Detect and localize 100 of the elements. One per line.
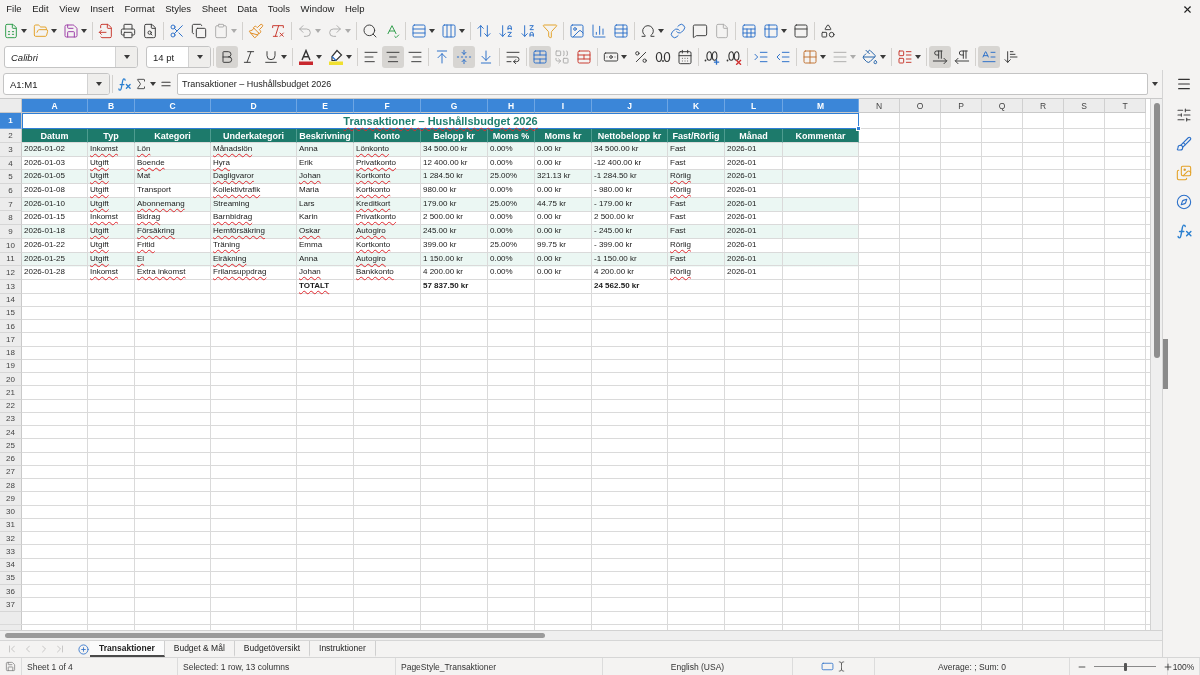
- menu-item[interactable]: Help: [339, 1, 370, 17]
- table-cell[interactable]: Rörlig: [668, 266, 725, 280]
- add-sheet-button[interactable]: [76, 641, 90, 657]
- table-cell[interactable]: Fast: [668, 211, 725, 226]
- table-cell[interactable]: Johan: [297, 170, 354, 185]
- table-cell[interactable]: Inkomst: [88, 266, 135, 280]
- table-cell[interactable]: 2026-01: [725, 211, 783, 226]
- menu-item[interactable]: Styles: [159, 1, 197, 17]
- header-cell[interactable]: Beskrivning: [297, 129, 354, 143]
- table-cell[interactable]: 2026-01-03: [22, 156, 88, 171]
- sheet-tab[interactable]: Transaktioner: [90, 641, 165, 657]
- table-cell[interactable]: 2026-01: [725, 184, 783, 198]
- column-header[interactable]: L: [725, 99, 783, 113]
- table-cell[interactable]: Hemförsäkring: [211, 225, 297, 239]
- table-cell[interactable]: Extra inkomst: [135, 266, 211, 280]
- page-style[interactable]: PageStyle_Transaktioner: [401, 661, 497, 672]
- table-cell[interactable]: 2026-01-28: [22, 266, 88, 280]
- text-ltr-button[interactable]: [978, 46, 1000, 68]
- table-cell[interactable]: Utgift: [88, 170, 135, 185]
- table-cell[interactable]: Utgift: [88, 184, 135, 198]
- table-cell[interactable]: 2026-01-02: [22, 143, 88, 157]
- table-cell[interactable]: -1 150.00 kr: [592, 252, 668, 267]
- column-header[interactable]: K: [668, 99, 725, 113]
- menu-item[interactable]: Format: [119, 1, 160, 17]
- table-cell[interactable]: -1 284.50 kr: [592, 170, 668, 185]
- table-cell[interactable]: Emma: [297, 238, 354, 253]
- table-cell[interactable]: Månadslön: [211, 143, 297, 157]
- bold-button[interactable]: [216, 46, 238, 68]
- table-cell[interactable]: 179.00 kr: [421, 197, 488, 212]
- table-cell[interactable]: Fast: [668, 252, 725, 267]
- header-cell[interactable]: Kategori: [135, 129, 211, 143]
- table-cell[interactable]: 25.00%: [488, 170, 535, 185]
- table-cell[interactable]: Rörlig: [668, 170, 725, 185]
- sidebar-handle[interactable]: [1163, 338, 1168, 389]
- table-cell[interactable]: Fast: [668, 143, 725, 157]
- table-cell[interactable]: 2026-01-08: [22, 184, 88, 198]
- table-cell[interactable]: 34 500.00 kr: [592, 143, 668, 157]
- table-cell[interactable]: Privatkonto: [354, 156, 421, 171]
- header-cell[interactable]: Moms %: [488, 129, 535, 143]
- column-header[interactable]: R: [1023, 99, 1064, 113]
- table-cell[interactable]: Fast: [668, 156, 725, 171]
- table-cell[interactable]: Autogiro: [354, 252, 421, 267]
- table-cell[interactable]: 25.00%: [488, 197, 535, 212]
- table-cell[interactable]: 2 500.00 kr: [592, 211, 668, 226]
- column-header[interactable]: P: [941, 99, 982, 113]
- merge-center-button[interactable]: [529, 46, 551, 68]
- table-cell[interactable]: Mat: [135, 170, 211, 185]
- header-cell[interactable]: Underkategori: [211, 129, 297, 143]
- font-size-field[interactable]: 14 pt: [146, 46, 211, 68]
- column-header[interactable]: G: [421, 99, 488, 113]
- column-header[interactable]: H: [488, 99, 535, 113]
- table-cell[interactable]: 57 837.50 kr: [421, 279, 488, 294]
- table-cell[interactable]: 0.00%: [488, 156, 535, 171]
- vertical-scrollbar[interactable]: [1150, 99, 1162, 630]
- table-cell[interactable]: Oskar: [297, 225, 354, 239]
- table-cell[interactable]: Kollektivtrafik: [211, 184, 297, 198]
- column-header[interactable]: O: [900, 99, 941, 113]
- rectangle-icon[interactable]: [820, 660, 834, 673]
- table-cell[interactable]: 2026-01-05: [22, 170, 88, 185]
- table-cell[interactable]: 25.00%: [488, 238, 535, 253]
- table-cell[interactable]: Lön: [135, 143, 211, 157]
- table-cell[interactable]: Inkomst: [88, 211, 135, 226]
- header-cell[interactable]: Typ: [88, 129, 135, 143]
- table-cell[interactable]: Boende: [135, 156, 211, 171]
- table-cell[interactable]: 34 500.00 kr: [421, 143, 488, 157]
- table-cell[interactable]: 0.00%: [488, 184, 535, 198]
- table-cell[interactable]: 2026-01: [725, 252, 783, 267]
- header-cell[interactable]: Belopp kr: [421, 129, 488, 143]
- font-name-field[interactable]: Calibri: [4, 46, 138, 68]
- scrollbar-thumb[interactable]: [1154, 103, 1160, 358]
- row-header[interactable]: 1: [0, 113, 22, 129]
- column-header[interactable]: N: [859, 99, 900, 113]
- table-cell[interactable]: 2026-01-25: [22, 252, 88, 267]
- table-cell[interactable]: Utgift: [88, 252, 135, 267]
- table-cell[interactable]: 2 500.00 kr: [421, 211, 488, 226]
- table-cell[interactable]: 2026-01: [725, 156, 783, 171]
- table-cell[interactable]: Frilansuppdrag: [211, 266, 297, 280]
- table-cell[interactable]: Träning: [211, 238, 297, 253]
- table-cell[interactable]: Privatkonto: [354, 211, 421, 226]
- column-header[interactable]: I: [535, 99, 592, 113]
- table-cell[interactable]: 0.00%: [488, 143, 535, 157]
- table-cell[interactable]: - 245.00 kr: [592, 225, 668, 239]
- table-cell[interactable]: Hyra: [211, 156, 297, 171]
- table-cell[interactable]: Transport: [135, 184, 211, 198]
- menu-item[interactable]: Insert: [84, 1, 120, 17]
- table-cell[interactable]: Rörlig: [668, 238, 725, 253]
- column-header[interactable]: A: [22, 99, 88, 113]
- table-cell[interactable]: 4 200.00 kr: [592, 266, 668, 280]
- table-cell[interactable]: 321.13 kr: [535, 170, 592, 185]
- table-cell[interactable]: 2026-01-10: [22, 197, 88, 212]
- table-cell[interactable]: 0.00%: [488, 211, 535, 226]
- table-cell[interactable]: 0.00 kr: [535, 211, 592, 226]
- table-cell[interactable]: 2026-01: [725, 225, 783, 239]
- table-cell[interactable]: Kortkonto: [354, 184, 421, 198]
- header-cell[interactable]: Kommentar: [783, 129, 859, 143]
- column-header[interactable]: F: [354, 99, 421, 113]
- paragraph-ltr-button[interactable]: [929, 46, 951, 68]
- table-cell[interactable]: Barnbidrag: [211, 211, 297, 226]
- table-cell[interactable]: Dagligvaror: [211, 170, 297, 185]
- column-header[interactable]: E: [297, 99, 354, 113]
